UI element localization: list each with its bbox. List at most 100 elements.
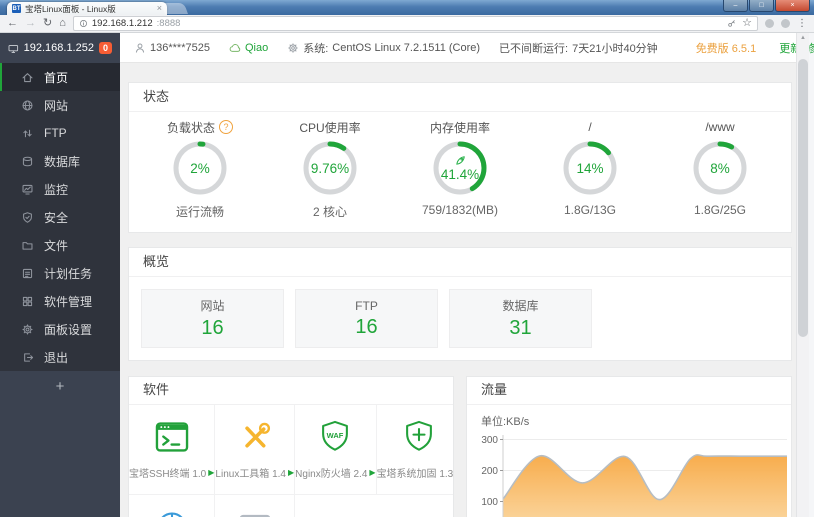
play-icon: ▶ bbox=[369, 468, 376, 477]
overview-box-label: FTP bbox=[355, 298, 378, 313]
sidebar-item-label: 面板设置 bbox=[44, 322, 93, 337]
browser-menu-icon[interactable]: ⋮ bbox=[797, 18, 807, 29]
server-ip: 192.168.1.252 bbox=[23, 42, 94, 54]
tools-icon bbox=[236, 418, 274, 456]
software-app-app-partial-2[interactable] bbox=[215, 495, 296, 517]
software-title: 软件 bbox=[129, 377, 453, 405]
gear-icon bbox=[287, 42, 299, 54]
panel-topbar: 192.168.1.252 0 136****7525 Qiao 系统: Cen… bbox=[0, 33, 814, 63]
scrollbar-thumb[interactable] bbox=[798, 59, 808, 337]
sidebar-item-cron[interactable]: 计划任务 bbox=[0, 259, 120, 287]
task-icon bbox=[21, 267, 34, 280]
sidebar-add-button[interactable]: + bbox=[0, 371, 120, 401]
software-app-label[interactable]: Nginx防火墙 2.4 ▶ bbox=[295, 465, 375, 480]
terminal-icon bbox=[153, 418, 191, 456]
status-title: 状态 bbox=[129, 83, 791, 112]
sidebar-item-config[interactable]: 面板设置 bbox=[0, 315, 120, 343]
software-app-linux-toolbox[interactable]: Linux工具箱 1.4 ▶ bbox=[215, 405, 296, 495]
sidebar-item-database[interactable]: 数据库 bbox=[0, 147, 120, 175]
gear-icon bbox=[21, 323, 34, 336]
system-info: 系统: CentOS Linux 7.2.1511 (Core) bbox=[287, 40, 480, 56]
grid-icon bbox=[21, 295, 34, 308]
cloud-icon bbox=[229, 42, 241, 54]
back-icon[interactable]: ← bbox=[7, 18, 18, 29]
reload-icon[interactable]: ↻ bbox=[43, 18, 52, 29]
sidebar-item-label: 监控 bbox=[44, 182, 69, 197]
window-close-button[interactable]: × bbox=[775, 0, 810, 12]
software-app-nginx-waf[interactable]: WAF Nginx防火墙 2.4 ▶ bbox=[295, 405, 377, 495]
svg-text:200: 200 bbox=[481, 466, 498, 477]
software-app-ssh-terminal[interactable]: 宝塔SSH终端 1.0 ▶ bbox=[129, 405, 216, 495]
new-tab-button[interactable] bbox=[160, 3, 189, 14]
forward-icon[interactable]: → bbox=[25, 18, 36, 29]
key-icon[interactable] bbox=[727, 19, 736, 28]
shield-plus-icon bbox=[400, 418, 438, 456]
window-minimize-button[interactable]: – bbox=[723, 0, 748, 12]
sidebar-item-ftp[interactable]: FTP bbox=[0, 119, 120, 147]
user-icon bbox=[134, 42, 146, 54]
gauge-value: 41.4% bbox=[440, 167, 480, 182]
database-icon bbox=[21, 155, 34, 168]
svg-text:WAF: WAF bbox=[327, 431, 344, 440]
panel-version[interactable]: 免费版 6.5.1 bbox=[696, 40, 757, 56]
server-ip-block[interactable]: 192.168.1.252 0 bbox=[0, 33, 120, 63]
home-icon[interactable]: ⌂ bbox=[59, 18, 66, 29]
extension-icon[interactable] bbox=[781, 19, 790, 28]
sidebar-item-files[interactable]: 文件 bbox=[0, 231, 120, 259]
overview-box-value: 31 bbox=[509, 317, 532, 339]
panel-topbar-right: 136****7525 Qiao 系统: CentOS Linux 7.2.15… bbox=[120, 33, 814, 63]
software-app-label[interactable]: Linux工具箱 1.4 ▶ bbox=[215, 465, 294, 480]
window-maximize-button[interactable]: □ bbox=[749, 0, 774, 12]
page-scrollbar[interactable]: ▲ bbox=[796, 33, 809, 517]
software-card: 软件 宝塔SSH终端 1.0 ▶ Linux工具箱 1.4 ▶ WAF Nginx防火… bbox=[128, 376, 454, 517]
software-app-system-hardening[interactable]: 宝塔系统加固 1.3▶ bbox=[376, 405, 453, 495]
help-icon[interactable]: ? bbox=[219, 120, 233, 134]
scroll-up-icon[interactable]: ▲ bbox=[797, 33, 809, 43]
traffic-unit-label: 单位:KB/s bbox=[481, 416, 530, 428]
system-label: 系统: bbox=[303, 42, 329, 55]
overview-box-ftp[interactable]: FTP 16 bbox=[295, 289, 438, 348]
browser-tab[interactable]: BT 宝塔Linux面板 - Linux版 × bbox=[7, 2, 167, 15]
bookmark-star-icon[interactable]: ☆ bbox=[742, 18, 752, 29]
nickname-item[interactable]: Qiao bbox=[229, 42, 268, 54]
overview-box-sites[interactable]: 网站 16 bbox=[141, 289, 284, 348]
logout-icon bbox=[21, 351, 34, 364]
browser-window: BT 宝塔Linux面板 - Linux版 × – □ × ← → ↻ ⌂ 19… bbox=[0, 0, 814, 517]
gauge-label: 内存使用率 bbox=[429, 120, 490, 135]
sidebar-item-soft[interactable]: 软件管理 bbox=[0, 287, 120, 315]
software-app-app-partial-1[interactable] bbox=[129, 495, 216, 517]
rocket-icon bbox=[454, 154, 467, 167]
sidebar-item-home[interactable]: 首页 bbox=[0, 63, 120, 91]
donut-chart: 2% bbox=[172, 140, 228, 196]
sidebar-item-security[interactable]: 安全 bbox=[0, 203, 120, 231]
url-host: 192.168.1.212 bbox=[91, 18, 153, 29]
gauge-subtext: 2 核心 bbox=[312, 205, 347, 219]
overview-box-value: 16 bbox=[355, 315, 378, 338]
ftp-icon bbox=[21, 127, 34, 140]
system-value: CentOS Linux 7.2.1511 (Core) bbox=[332, 41, 481, 54]
globe-icon bbox=[21, 99, 34, 112]
browser-toolbar: ← → ↻ ⌂ 192.168.1.212 :8888 ☆ ⋮ bbox=[0, 15, 814, 33]
nickname: Qiao bbox=[244, 41, 269, 54]
software-app-label[interactable]: 宝塔系统加固 1.3▶ bbox=[377, 465, 453, 480]
overview-box-label: 网站 bbox=[200, 299, 225, 313]
extension-icon[interactable] bbox=[765, 19, 774, 28]
sidebar-item-label: 计划任务 bbox=[44, 266, 93, 281]
gauge-memory: 内存使用率 41.4% 759/1832(MB) bbox=[395, 119, 525, 220]
overview-box-databases[interactable]: 数据库 31 bbox=[449, 289, 592, 348]
gauge-label: 负载状态 bbox=[166, 120, 215, 135]
message-count-badge[interactable]: 0 bbox=[98, 41, 112, 55]
url-bar[interactable]: 192.168.1.212 :8888 ☆ bbox=[72, 16, 758, 31]
info-icon[interactable] bbox=[79, 19, 88, 28]
uptime-value: 7天21小时40分钟 bbox=[572, 42, 658, 55]
sidebar-item-monitor[interactable]: 监控 bbox=[0, 175, 120, 203]
sidebar-item-logout[interactable]: 退出 bbox=[0, 343, 120, 371]
gauge-value: 9.76% bbox=[310, 160, 350, 176]
gauge-subtext: 运行流畅 bbox=[175, 205, 224, 219]
account-item[interactable]: 136****7525 bbox=[134, 42, 210, 54]
donut-chart: 9.76% bbox=[302, 140, 358, 196]
sidebar-item-site[interactable]: 网站 bbox=[0, 91, 120, 119]
traffic-chart: 100 200 300 bbox=[467, 429, 791, 517]
software-app-label[interactable]: 宝塔SSH终端 1.0 ▶ bbox=[129, 465, 214, 480]
uptime-info: 已不间断运行: 7天21小时40分钟 bbox=[499, 40, 658, 56]
